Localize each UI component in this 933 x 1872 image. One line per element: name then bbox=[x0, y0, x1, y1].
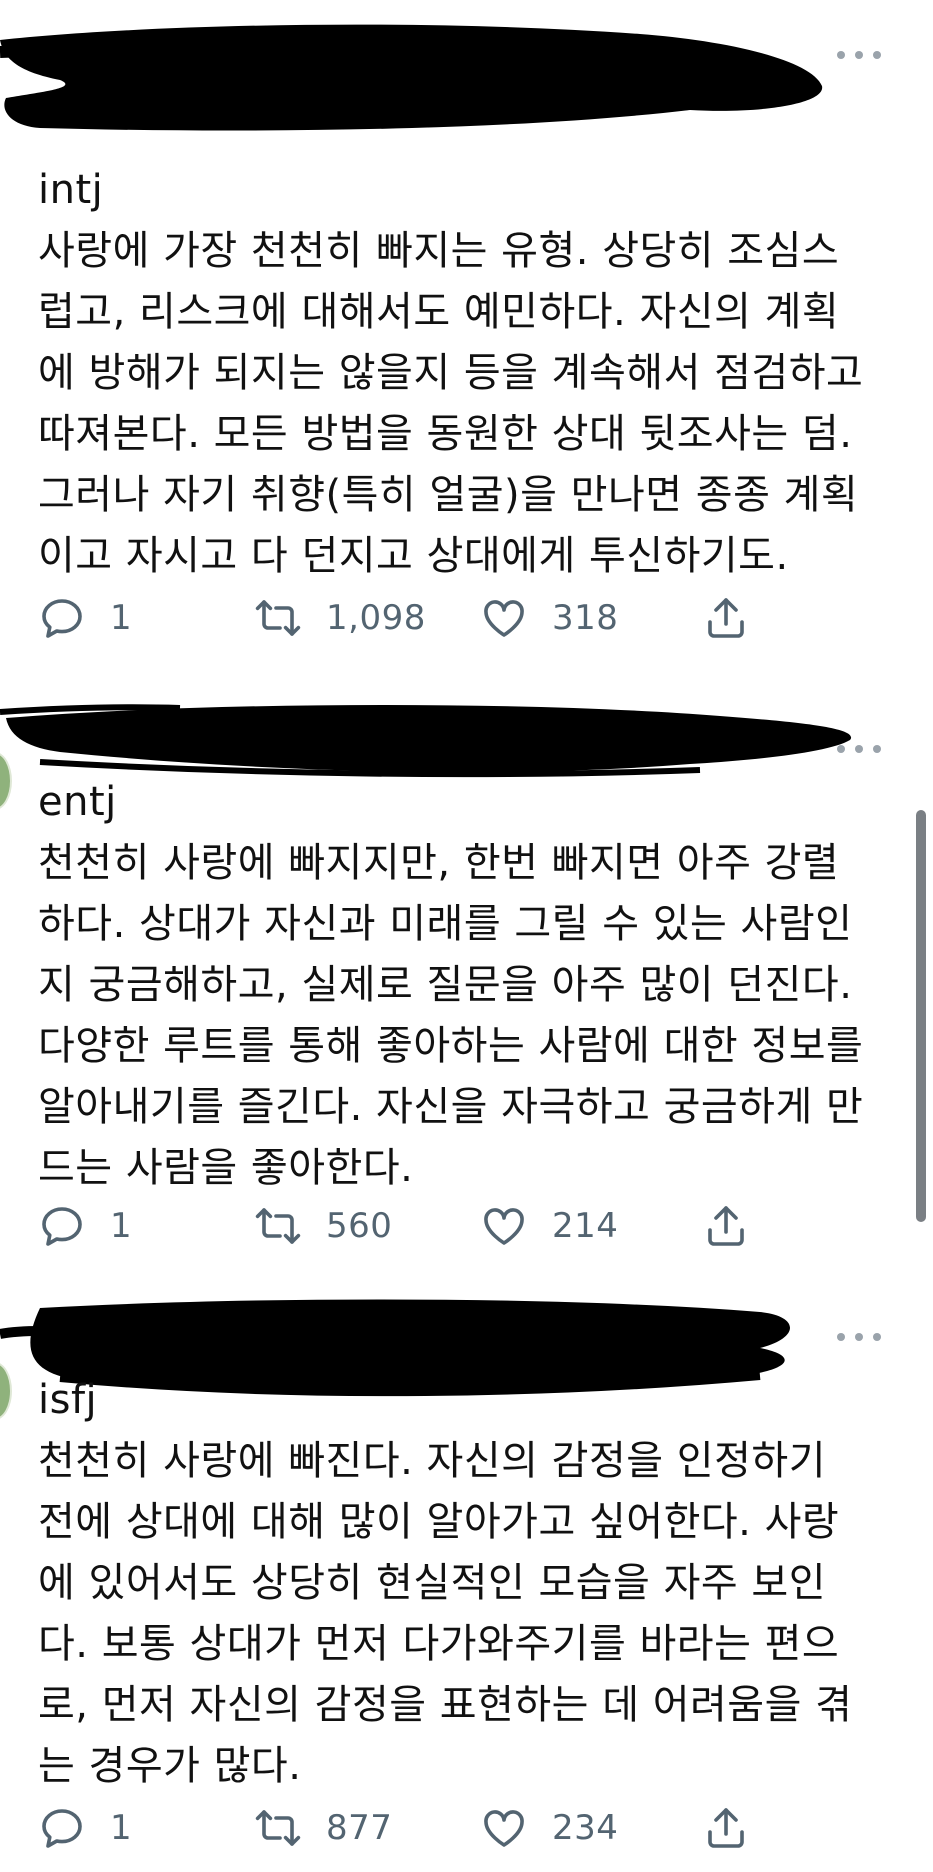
tweet-line: 지 궁금해하고, 실제로 질문을 아주 많이 던진다. bbox=[38, 962, 853, 1008]
heart-icon bbox=[484, 1208, 524, 1245]
tweet-body: entj 천천히 사랑에 빠지지만, 한번 빠지면 아주 강렬 하다. 상대가 … bbox=[38, 772, 908, 1199]
tweet-line: 사랑에 가장 천천히 빠지는 유형. 상당히 조심스 bbox=[38, 228, 840, 274]
tweet-actions: 1 1,098 318 bbox=[38, 590, 798, 646]
retweet-count: 877 bbox=[326, 1808, 393, 1848]
tweet-handle-label: isfj bbox=[38, 1377, 98, 1423]
reply-count: 1 bbox=[110, 1808, 133, 1848]
share-button[interactable] bbox=[702, 1198, 750, 1254]
tweet-actions: 1 877 234 bbox=[38, 1800, 798, 1856]
more-icon[interactable] bbox=[837, 1330, 881, 1344]
tweet-handle-label: intj bbox=[38, 167, 104, 213]
like-button[interactable]: 214 bbox=[480, 1198, 618, 1254]
retweet-arrows-icon bbox=[255, 1208, 301, 1244]
scrollbar-thumb[interactable] bbox=[916, 810, 926, 1222]
tweet-line: 에 방해가 되지는 않을지 등을 계속해서 점검하고 bbox=[38, 350, 864, 396]
tweet-handle-label: entj bbox=[38, 779, 117, 825]
tweet-actions: 1 560 214 bbox=[38, 1198, 798, 1254]
tweet-line: 럽고, 리스크에 대해서도 예민하다. 자신의 계획 bbox=[38, 289, 840, 335]
tweet-line: 천천히 사랑에 빠지지만, 한번 빠지면 아주 강렬 bbox=[38, 840, 840, 886]
retweet-arrows-icon bbox=[255, 600, 301, 636]
like-button[interactable]: 234 bbox=[480, 1800, 618, 1856]
tweet-body: intj 사랑에 가장 천천히 빠지는 유형. 상당히 조심스 럽고, 리스크에… bbox=[38, 160, 908, 587]
tweet-card[interactable]: intj 사랑에 가장 천천히 빠지는 유형. 상당히 조심스 럽고, 리스크에… bbox=[0, 0, 933, 638]
tweet-line: 에 있어서도 상당히 현실적인 모습을 자주 보인 bbox=[38, 1560, 826, 1606]
retweet-button[interactable]: 877 bbox=[254, 1800, 392, 1856]
like-count: 234 bbox=[552, 1808, 619, 1848]
speech-bubble-icon bbox=[42, 1207, 82, 1246]
retweet-arrows-icon bbox=[255, 1810, 301, 1846]
more-icon[interactable] bbox=[837, 742, 881, 756]
share-upload-icon bbox=[708, 1206, 744, 1246]
redaction-scribble bbox=[0, 24, 823, 131]
speech-bubble-icon bbox=[42, 1809, 82, 1848]
reply-count: 1 bbox=[110, 598, 133, 638]
tweet-line: 드는 사람을 좋아한다. bbox=[38, 1145, 414, 1191]
like-button[interactable]: 318 bbox=[480, 590, 618, 646]
reply-button[interactable]: 1 bbox=[38, 1800, 132, 1856]
tweet-line: 천천히 사랑에 빠진다. 자신의 감정을 인정하기 bbox=[38, 1438, 826, 1484]
retweet-count: 1,098 bbox=[326, 598, 426, 638]
retweet-button[interactable]: 1,098 bbox=[254, 590, 426, 646]
speech-bubble-icon bbox=[42, 599, 82, 638]
tweet-card[interactable]: entj 천천히 사랑에 빠지지만, 한번 빠지면 아주 강렬 하다. 상대가 … bbox=[0, 690, 933, 1290]
retweet-button[interactable]: 560 bbox=[254, 1198, 392, 1254]
share-upload-icon bbox=[708, 1808, 744, 1848]
tweet-line: 다. 보통 상대가 먼저 다가와주기를 바라는 편으 bbox=[38, 1621, 840, 1667]
reply-button[interactable]: 1 bbox=[38, 1198, 132, 1254]
like-count: 214 bbox=[552, 1206, 619, 1246]
more-icon[interactable] bbox=[837, 48, 881, 62]
share-button[interactable] bbox=[702, 1800, 750, 1856]
tweet-line: 따져본다. 모든 방법을 동원한 상대 뒷조사는 덤. bbox=[38, 411, 853, 457]
tweet-line: 알아내기를 즐긴다. 자신을 자극하고 궁금하게 만 bbox=[38, 1084, 864, 1130]
tweet-line: 다양한 루트를 통해 좋아하는 사람에 대한 정보를 bbox=[38, 1023, 864, 1069]
tweet-line: 이고 자시고 다 던지고 상대에게 투신하기도. bbox=[38, 533, 789, 579]
tweet-line: 그러나 자기 취향(특히 얼굴)을 만나면 종종 계획 bbox=[38, 472, 859, 518]
share-upload-icon bbox=[708, 598, 744, 638]
tweet-line: 하다. 상대가 자신과 미래를 그릴 수 있는 사람인 bbox=[38, 901, 853, 947]
reply-count: 1 bbox=[110, 1206, 133, 1246]
share-button[interactable] bbox=[702, 590, 750, 646]
heart-icon bbox=[484, 600, 524, 637]
like-count: 318 bbox=[552, 598, 619, 638]
tweet-line: 전에 상대에 대해 많이 알아가고 싶어한다. 사랑 bbox=[38, 1499, 840, 1545]
tweet-card[interactable]: isfj 천천히 사랑에 빠진다. 자신의 감정을 인정하기 전에 상대에 대해… bbox=[0, 1290, 933, 1872]
retweet-count: 560 bbox=[326, 1206, 393, 1246]
heart-icon bbox=[484, 1810, 524, 1847]
tweet-line: 로, 먼저 자신의 감정을 표현하는 데 어려움을 겪 bbox=[38, 1682, 853, 1728]
tweet-body: isfj 천천히 사랑에 빠진다. 자신의 감정을 인정하기 전에 상대에 대해… bbox=[38, 1370, 908, 1797]
tweet-line: 는 경우가 많다. bbox=[38, 1743, 302, 1789]
reply-button[interactable]: 1 bbox=[38, 590, 132, 646]
